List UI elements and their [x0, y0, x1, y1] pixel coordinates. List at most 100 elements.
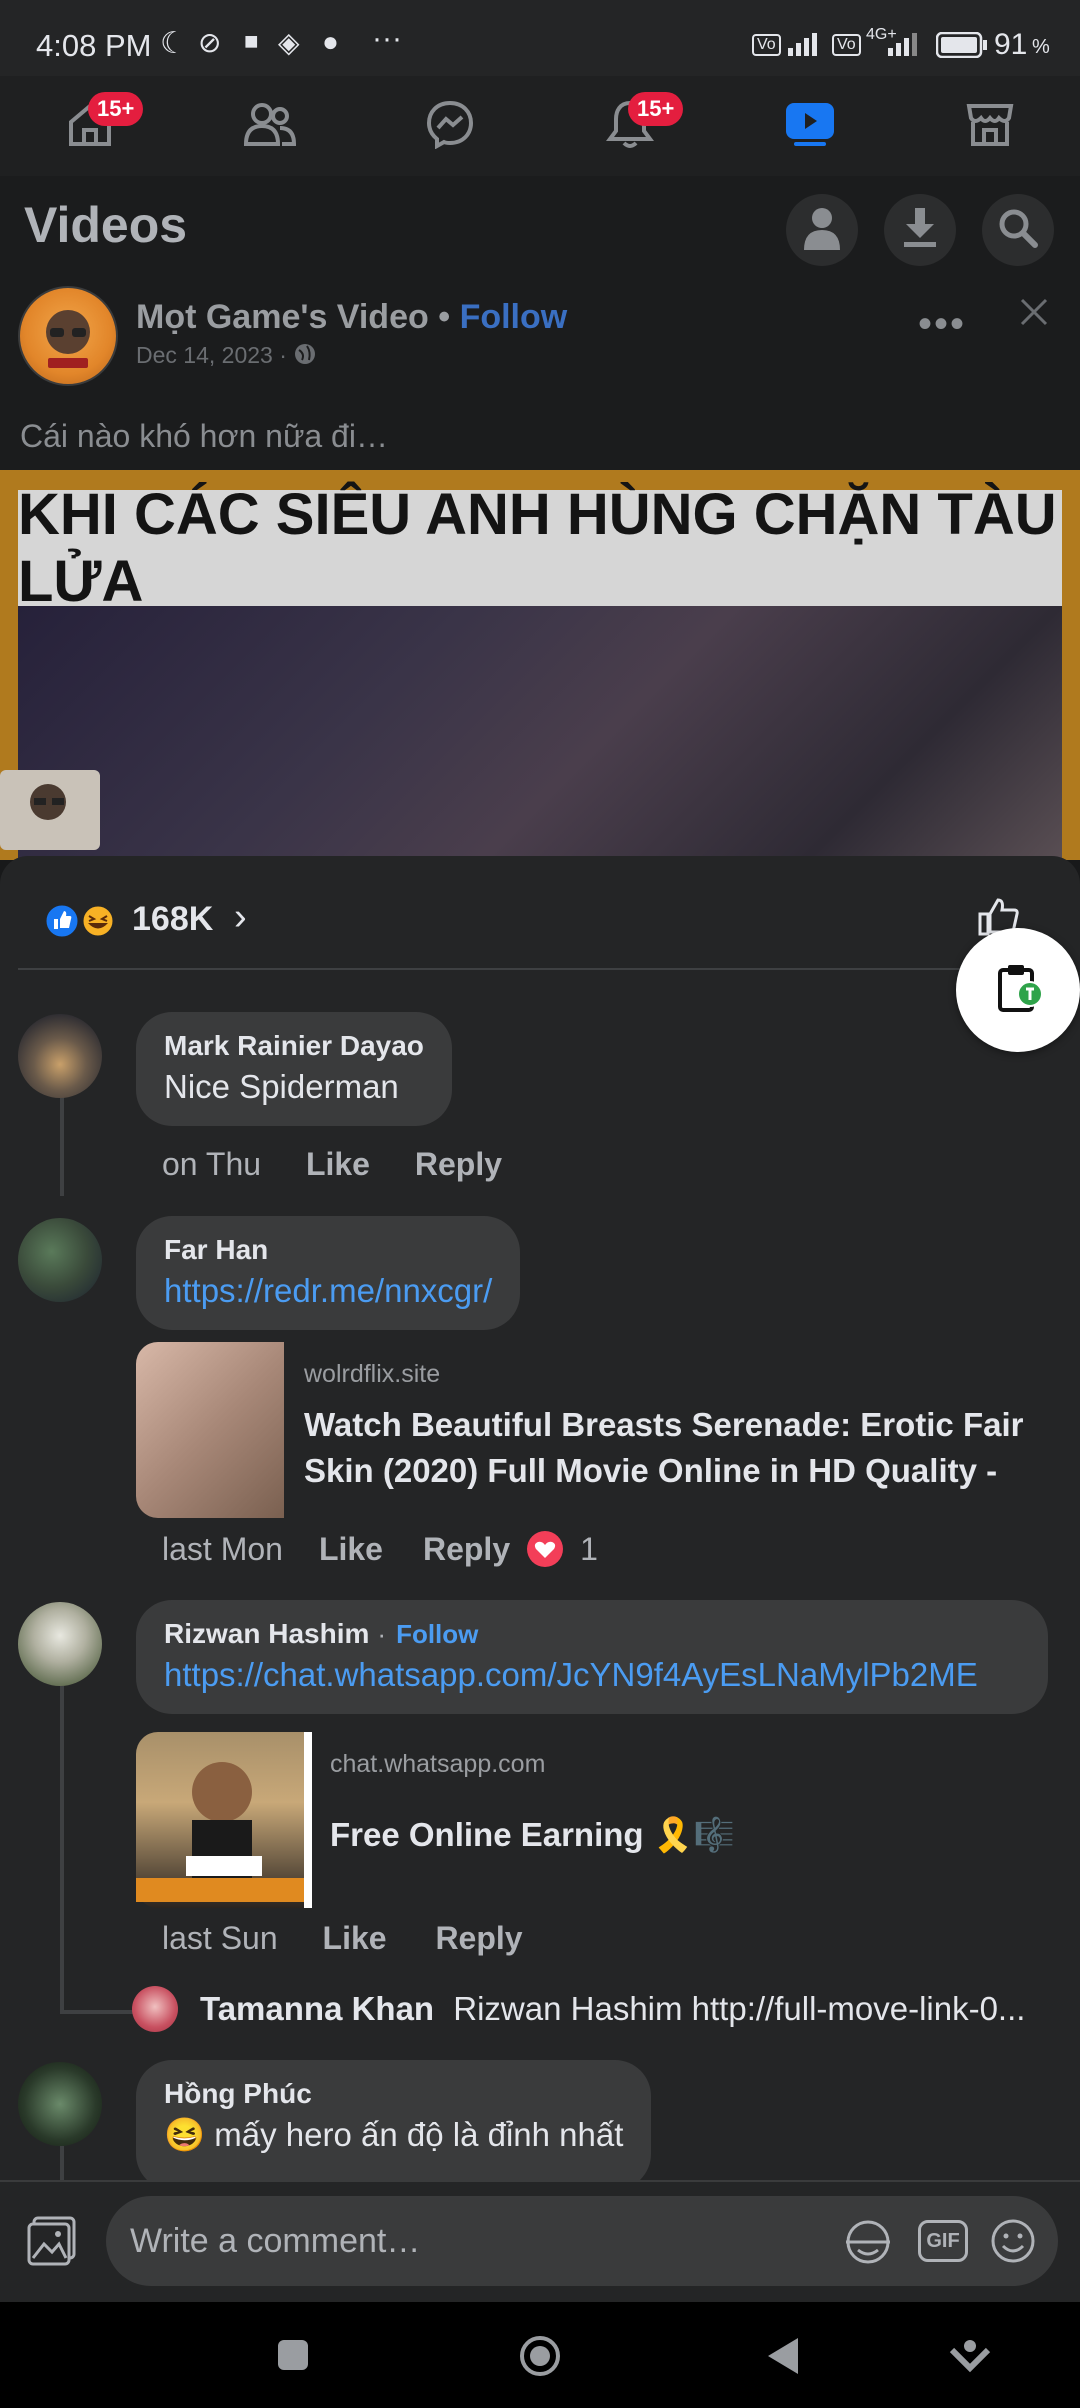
reaction-count: 1 [580, 1530, 598, 1567]
top-navigation: 15+ 15+ [0, 76, 1080, 176]
video-player[interactable]: KHI CÁC SIÊU ANH HÙNG CHẶN TÀU LỬA [0, 470, 1080, 860]
avatar-sticker-icon[interactable] [842, 2216, 894, 2273]
reply-avatar[interactable] [132, 1986, 178, 2032]
follow-button[interactable]: Follow [460, 298, 568, 336]
comment-link[interactable]: https://chat.whatsapp.com/JcYN9f4AyEsLNa… [164, 1656, 1020, 1694]
signal-icon [788, 30, 826, 56]
comment-actions: last Mon Like Reply 1 [162, 1530, 598, 1568]
comment-bubble[interactable]: Mark Rainier Dayao Nice Spiderman [136, 1012, 452, 1126]
back-icon[interactable] [766, 2336, 800, 2381]
more-options-icon[interactable]: ••• [918, 302, 966, 347]
emoji-icon[interactable] [988, 2216, 1038, 2271]
post-meta: Dec 14, 2023 · [136, 342, 317, 372]
lock-icon: ■ [244, 28, 259, 55]
notifications-badge: 15+ [628, 92, 684, 126]
comment-time[interactable]: on Thu [162, 1146, 261, 1182]
post-author-avatar[interactable] [18, 286, 118, 386]
comment-author[interactable]: Far Han [164, 1234, 492, 1266]
messenger-icon [425, 99, 475, 154]
comment-bubble[interactable]: Hồng Phúc 😆 mấy hero ấn độ là đỉnh nhất [136, 2060, 652, 2190]
post-text[interactable]: Cái nào khó hơn nữa đi… [20, 418, 388, 455]
home-circle-icon[interactable] [518, 2334, 562, 2383]
reply-author[interactable]: Tamanna Khan [200, 1990, 434, 2027]
app-notification-icon: ◈ [278, 27, 300, 58]
clipboard-icon [990, 960, 1046, 1021]
avatar[interactable] [18, 1014, 102, 1098]
heart-reaction-icon[interactable] [526, 1530, 564, 1568]
comment-text: Nice Spiderman [164, 1068, 399, 1105]
volte-icon: Vo [752, 34, 781, 56]
chevron-right-icon[interactable]: › [234, 896, 247, 939]
thread-connector [60, 2010, 134, 2014]
link-preview-title[interactable]: Free Online Earning 🎗️🎼 [330, 1812, 735, 1858]
author-logo-icon [46, 310, 90, 368]
search-button[interactable] [982, 194, 1054, 266]
link-preview-domain: chat.whatsapp.com [330, 1750, 546, 1778]
post-author-name[interactable]: Mọt Game's Video [136, 298, 429, 336]
nav-messenger[interactable] [360, 76, 540, 176]
reply-button[interactable]: Reply [423, 1531, 510, 1568]
person-icon [802, 206, 842, 255]
gif-button[interactable]: GIF [918, 2220, 968, 2262]
recents-icon[interactable] [276, 2338, 310, 2377]
photo-icon[interactable] [26, 2214, 80, 2273]
comment-time[interactable]: last Mon [162, 1531, 283, 1568]
comment-bubble[interactable]: Rizwan Hashim · Follow https://chat.what… [136, 1600, 1048, 1714]
reply-button[interactable]: Reply [435, 1920, 522, 1956]
signal-icon-2 [888, 30, 926, 56]
avatar[interactable] [18, 2062, 102, 2146]
download-button[interactable] [884, 194, 956, 266]
comment-actions: on Thu Like Reply [162, 1146, 502, 1183]
nav-marketplace[interactable] [900, 76, 1080, 176]
name-separator: · [377, 1619, 387, 1649]
battery-unit: % [1032, 36, 1050, 58]
comment-bubble[interactable]: Far Han https://redr.me/nnxcgr/ [136, 1216, 521, 1330]
clipboard-button[interactable] [956, 928, 1080, 1052]
link-preview-image[interactable] [136, 1342, 284, 1518]
post-date[interactable]: Dec 14, 2023 [136, 342, 273, 368]
nav-video[interactable] [720, 76, 900, 176]
like-button[interactable]: Like [319, 1531, 383, 1568]
avatar[interactable] [18, 1218, 102, 1302]
comment-author[interactable]: Mark Rainier Dayao [164, 1030, 424, 1062]
comment-placeholder: Write a comment… [130, 2222, 421, 2260]
nav-friends[interactable] [180, 76, 360, 176]
battery-level: 91 [994, 28, 1028, 61]
thread-line [60, 2146, 64, 2180]
friends-icon [243, 102, 297, 151]
divider [18, 968, 1062, 970]
link-preview-domain: wolrdflix.site [304, 1360, 441, 1388]
like-button[interactable]: Like [306, 1146, 370, 1182]
comment-link[interactable]: https://redr.me/nnxcgr/ [164, 1272, 492, 1310]
reply-button[interactable]: Reply [415, 1146, 502, 1182]
more-notifications-icon: ··· [372, 22, 402, 55]
avatar[interactable] [18, 1602, 102, 1686]
date-separator: · [279, 342, 287, 369]
close-icon[interactable] [1018, 296, 1050, 333]
like-button[interactable]: Like [323, 1920, 387, 1956]
nav-home[interactable]: 15+ [0, 76, 180, 176]
video-banner-text: KHI CÁC SIÊU ANH HÙNG CHẶN TÀU LỬA [18, 482, 1062, 614]
reaction-icons [42, 902, 116, 940]
comment-actions: last Sun Like Reply [162, 1920, 523, 1957]
follow-button[interactable]: Follow [396, 1619, 478, 1650]
comment-author[interactable]: Hồng Phúc [164, 2078, 623, 2110]
nav-notifications[interactable]: 15+ [540, 76, 720, 176]
name-separator: • [438, 298, 451, 336]
status-time: 4:08 PM [36, 28, 152, 63]
status-bar: 4:08 PM ☾ ⊘ ■ ◈ ● ··· Vo Vo 4G+ 91 % [0, 0, 1080, 76]
video-watermark-icon [0, 770, 100, 850]
comment-author[interactable]: Rizwan Hashim [164, 1618, 369, 1650]
link-preview-image[interactable] [136, 1732, 312, 1908]
comment-time[interactable]: last Sun [162, 1920, 278, 1956]
search-icon [997, 207, 1039, 254]
globe-icon [293, 342, 317, 372]
thread-line [60, 1096, 64, 1196]
profile-button[interactable] [786, 194, 858, 266]
person-photo-icon [136, 1762, 304, 1902]
reaction-count[interactable]: 168K [132, 900, 213, 939]
post-author: Mọt Game's Video • Follow [136, 298, 567, 337]
assistant-icon[interactable] [948, 2334, 992, 2383]
reply-preview[interactable]: Tamanna Khan Rizwan Hashim http://full-m… [200, 1990, 1040, 2028]
link-preview-title[interactable]: Watch Beautiful Breasts Serenade: Erotic… [304, 1402, 1024, 1494]
